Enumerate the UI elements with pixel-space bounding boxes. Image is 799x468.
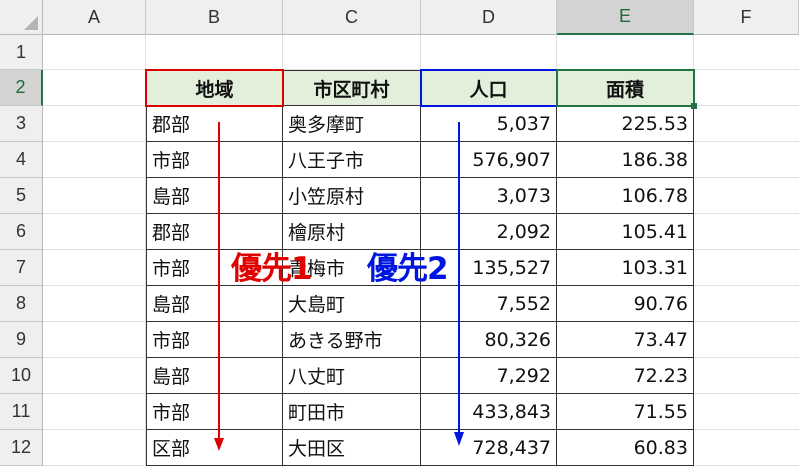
- cell-region[interactable]: 島部: [146, 178, 283, 214]
- row-header-8[interactable]: 8: [0, 286, 43, 322]
- column-header-b[interactable]: B: [146, 0, 283, 35]
- cell-municipality[interactable]: 八王子市: [283, 142, 421, 178]
- cell-area[interactable]: 186.38: [557, 142, 694, 178]
- column-header-e[interactable]: E: [557, 0, 694, 35]
- row-header-9[interactable]: 9: [0, 322, 43, 358]
- spreadsheet-grid[interactable]: ABCDEF 1 2 3 4 5 6 7 8 9 10 11 12 地域 市区町村 人口 面積 郡部 奥多摩町 5…: [0, 0, 799, 468]
- row-header-3[interactable]: 3: [0, 106, 43, 142]
- row-header-10[interactable]: 10: [0, 358, 43, 394]
- cell-area[interactable]: 106.78: [557, 178, 694, 214]
- cell-area[interactable]: 105.41: [557, 214, 694, 250]
- cell-region[interactable]: 市部: [146, 394, 283, 430]
- priority1-text: 優先1: [231, 251, 313, 287]
- cell-area[interactable]: 225.53: [557, 106, 694, 142]
- cell-area[interactable]: 71.55: [557, 394, 694, 430]
- row-header-12[interactable]: 12: [0, 430, 43, 466]
- cell-municipality[interactable]: 町田市: [283, 394, 421, 430]
- row-header-11[interactable]: 11: [0, 394, 43, 430]
- cell-population[interactable]: 7,292: [421, 358, 557, 394]
- priority2-label: 優先2: [367, 243, 449, 288]
- priority1-label: 優先1: [231, 243, 313, 288]
- column-header-f[interactable]: F: [694, 0, 799, 35]
- row-header-4[interactable]: 4: [0, 142, 43, 178]
- cell-area[interactable]: 60.83: [557, 430, 694, 466]
- cell-municipality[interactable]: 小笠原村: [283, 178, 421, 214]
- cell-municipality[interactable]: 奥多摩町: [283, 106, 421, 142]
- header-region[interactable]: 地域: [146, 70, 283, 106]
- cell-area[interactable]: 103.31: [557, 250, 694, 286]
- select-all-corner[interactable]: [0, 0, 43, 35]
- cell-region[interactable]: 島部: [146, 358, 283, 394]
- cell-area[interactable]: 73.47: [557, 322, 694, 358]
- column-header-d[interactable]: D: [421, 0, 557, 35]
- cell-population[interactable]: 5,037: [421, 106, 557, 142]
- column-header-a[interactable]: A: [43, 0, 146, 35]
- priority2-text: 優先2: [367, 251, 449, 287]
- header-population[interactable]: 人口: [421, 70, 557, 106]
- row-header-2[interactable]: 2: [0, 70, 43, 106]
- cell-population[interactable]: 3,073: [421, 178, 557, 214]
- row-header-7[interactable]: 7: [0, 250, 43, 286]
- cell-population[interactable]: 576,907: [421, 142, 557, 178]
- cell-municipality[interactable]: 大島町: [283, 286, 421, 322]
- cell-population[interactable]: 728,437: [421, 430, 557, 466]
- cell-population[interactable]: 433,843: [421, 394, 557, 430]
- row-header-5[interactable]: 5: [0, 178, 43, 214]
- cell-municipality[interactable]: 八丈町: [283, 358, 421, 394]
- cell-area[interactable]: 90.76: [557, 286, 694, 322]
- cell-region[interactable]: 島部: [146, 286, 283, 322]
- column-header-c[interactable]: C: [283, 0, 421, 35]
- cell-municipality[interactable]: 大田区: [283, 430, 421, 466]
- header-area[interactable]: 面積: [557, 70, 694, 106]
- header-municipality[interactable]: 市区町村: [283, 70, 421, 106]
- cell-area[interactable]: 72.23: [557, 358, 694, 394]
- cell-population[interactable]: 7,552: [421, 286, 557, 322]
- row-header-6[interactable]: 6: [0, 214, 43, 250]
- cell-region[interactable]: 市部: [146, 322, 283, 358]
- cell-municipality[interactable]: あきる野市: [283, 322, 421, 358]
- cell-region[interactable]: 郡部: [146, 106, 283, 142]
- row-header-1[interactable]: 1: [0, 35, 43, 70]
- cell-region[interactable]: 市部: [146, 142, 283, 178]
- cell-population[interactable]: 80,326: [421, 322, 557, 358]
- cell-region[interactable]: 区部: [146, 430, 283, 466]
